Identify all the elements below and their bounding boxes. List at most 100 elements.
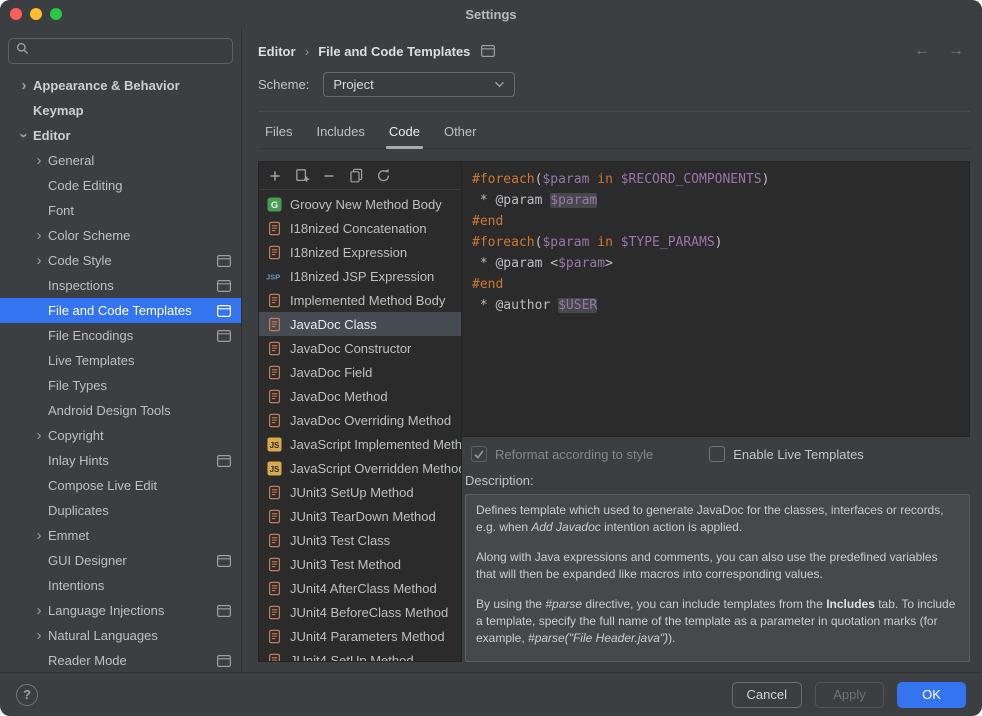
code-line: #end [472,274,959,295]
template-icon [266,581,283,596]
description-body: Defines template which used to generate … [465,494,970,662]
copy-template-icon[interactable] [344,165,368,187]
template-icon [266,389,283,404]
dialog-footer: ? Cancel Apply OK [0,672,982,716]
tab-code[interactable]: Code [386,114,423,148]
chevron-right-icon[interactable]: › [30,253,48,268]
sidebar-item-code-style[interactable]: ›Code Style [0,248,241,273]
tab-files[interactable]: Files [262,114,295,148]
sidebar-item-file-types[interactable]: File Types [0,373,241,398]
sidebar-item-color-scheme[interactable]: ›Color Scheme [0,223,241,248]
sidebar-item-copyright[interactable]: ›Copyright [0,423,241,448]
sidebar-item-label: Live Templates [48,353,134,368]
chevron-right-icon[interactable]: › [30,228,48,243]
chevron-right-icon[interactable]: › [30,153,48,168]
template-item-junit4-afterclass-method[interactable]: JUnit4 AfterClass Method [259,576,461,600]
template-item-javadoc-field[interactable]: JavaDoc Field [259,360,461,384]
template-item-javadoc-constructor[interactable]: JavaDoc Constructor [259,336,461,360]
settings-search[interactable] [8,38,233,64]
settings-sidebar: ›Appearance & BehaviorKeymap›Editor›Gene… [0,28,242,672]
zoom-button[interactable] [50,8,62,20]
create-child-template-icon[interactable] [290,165,314,187]
enable-live-templates-checkbox[interactable]: Enable Live Templates [709,446,864,462]
template-icon [266,317,283,332]
tab-other[interactable]: Other [441,114,480,148]
sidebar-item-live-templates[interactable]: Live Templates [0,348,241,373]
template-item-junit3-teardown-method[interactable]: JUnit3 TearDown Method [259,504,461,528]
sidebar-item-reader-mode[interactable]: Reader Mode [0,648,241,672]
help-button[interactable]: ? [16,684,38,706]
template-item-i18nized-jsp-expression[interactable]: JSPI18nized JSP Expression [259,264,461,288]
titlebar[interactable]: Settings [0,0,982,28]
chevron-right-icon[interactable]: › [15,78,33,93]
sidebar-item-natural-languages[interactable]: ›Natural Languages [0,623,241,648]
sidebar-item-label: Inlay Hints [48,453,109,468]
sidebar-item-file-and-code-templates[interactable]: File and Code Templates [0,298,241,323]
screen-icon [217,455,231,467]
template-item-implemented-method-body[interactable]: Implemented Method Body [259,288,461,312]
sidebar-item-keymap[interactable]: Keymap [0,98,241,123]
template-item-junit3-setup-method[interactable]: JUnit3 SetUp Method [259,480,461,504]
search-input[interactable] [34,43,225,60]
code-line: * @param <$param> [472,253,959,274]
breadcrumb: Editor › File and Code Templates ← → [258,36,970,66]
template-item-junit4-setup-method[interactable]: JUnit4 SetUp Method [259,648,461,661]
template-item-javadoc-method[interactable]: JavaDoc Method [259,384,461,408]
tab-includes[interactable]: Includes [313,114,367,148]
forward-arrow-icon[interactable]: → [948,42,964,60]
sidebar-item-appearance-behavior[interactable]: ›Appearance & Behavior [0,73,241,98]
sidebar-item-code-editing[interactable]: Code Editing [0,173,241,198]
template-item-javadoc-overriding-method[interactable]: JavaDoc Overriding Method [259,408,461,432]
template-item-groovy-new-method-body[interactable]: GGroovy New Method Body [259,192,461,216]
reformat-checkbox[interactable]: Reformat according to style [471,446,653,462]
back-arrow-icon[interactable]: ← [914,42,930,60]
template-icon [266,653,283,662]
remove-template-icon[interactable] [317,165,341,187]
template-item-junit3-test-class[interactable]: JUnit3 Test Class [259,528,461,552]
ok-button[interactable]: OK [897,682,966,708]
sidebar-item-font[interactable]: Font [0,198,241,223]
template-label: JUnit4 Parameters Method [290,629,445,644]
template-item-junit3-test-method[interactable]: JUnit3 Test Method [259,552,461,576]
sidebar-item-language-injections[interactable]: ›Language Injections [0,598,241,623]
sidebar-item-file-encodings[interactable]: File Encodings [0,323,241,348]
template-icon [266,293,283,308]
template-label: JUnit3 Test Class [290,533,390,548]
sidebar-item-editor[interactable]: ›Editor [0,123,241,148]
chevron-right-icon[interactable]: › [30,603,48,618]
chevron-right-icon[interactable]: › [30,628,48,643]
apply-button[interactable]: Apply [815,682,884,708]
live-templates-label: Enable Live Templates [733,447,864,462]
cancel-button[interactable]: Cancel [732,682,802,708]
template-item-i18nized-expression[interactable]: I18nized Expression [259,240,461,264]
sidebar-item-compose-live-edit[interactable]: Compose Live Edit [0,473,241,498]
sidebar-item-duplicates[interactable]: Duplicates [0,498,241,523]
sidebar-item-emmet[interactable]: ›Emmet [0,523,241,548]
scheme-label: Scheme: [258,77,309,92]
chevron-down-icon[interactable]: › [17,127,32,145]
sidebar-item-inlay-hints[interactable]: Inlay Hints [0,448,241,473]
reset-to-default-icon[interactable] [371,165,395,187]
template-item-junit4-parameters-method[interactable]: JUnit4 Parameters Method [259,624,461,648]
chevron-right-icon[interactable]: › [30,528,48,543]
template-code-editor[interactable]: #foreach($param in $RECORD_COMPONENTS) *… [461,161,970,437]
sidebar-item-intentions[interactable]: Intentions [0,573,241,598]
sidebar-item-inspections[interactable]: Inspections [0,273,241,298]
scheme-dropdown[interactable]: Project [323,72,515,97]
scheme-row: Scheme: Project [258,66,970,112]
template-item-i18nized-concatenation[interactable]: I18nized Concatenation [259,216,461,240]
template-item-javascript-overridden-method[interactable]: JSJavaScript Overridden Method [259,456,461,480]
template-label: JavaScript Implemented Method [290,437,461,452]
breadcrumb-editor[interactable]: Editor [258,44,296,59]
add-template-icon[interactable] [263,165,287,187]
sidebar-item-general[interactable]: ›General [0,148,241,173]
chevron-right-icon[interactable]: › [30,428,48,443]
template-label: JavaDoc Constructor [290,341,411,356]
sidebar-item-android-design-tools[interactable]: Android Design Tools [0,398,241,423]
close-button[interactable] [10,8,22,20]
template-item-javascript-implemented-method[interactable]: JSJavaScript Implemented Method [259,432,461,456]
minimize-button[interactable] [30,8,42,20]
sidebar-item-gui-designer[interactable]: GUI Designer [0,548,241,573]
template-item-junit4-beforeclass-method[interactable]: JUnit4 BeforeClass Method [259,600,461,624]
template-item-javadoc-class[interactable]: JavaDoc Class [259,312,461,336]
